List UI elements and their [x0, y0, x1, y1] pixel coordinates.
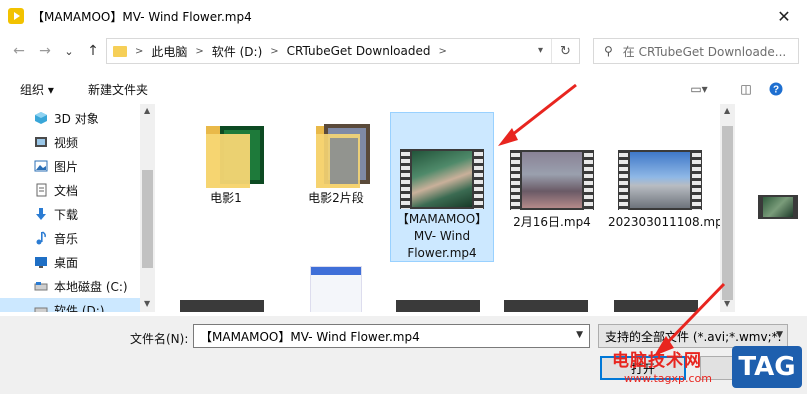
folder-icon	[206, 126, 264, 188]
file-item-partial[interactable]	[614, 300, 698, 312]
preview-thumbnail	[758, 195, 798, 219]
filename-label: 文件名(N):	[130, 332, 189, 346]
svg-text:?: ?	[773, 85, 779, 96]
sidebar-item-label: 3D 对象	[54, 111, 99, 126]
breadcrumb-folder[interactable]: CRTubeGet Downloaded	[287, 44, 431, 58]
sidebar-item-music[interactable]: 音乐	[0, 226, 140, 250]
app-icon	[8, 8, 24, 24]
command-bar: 组织 ▾ 新建文件夹 ▭▾ ◫ ?	[0, 76, 807, 102]
sidebar-item-label: 桌面	[54, 255, 79, 270]
video-thumbnail	[510, 150, 594, 210]
watermark-url: www.tagxp.com	[624, 372, 712, 385]
sidebar-item-pictures[interactable]: 图片	[0, 154, 140, 178]
drive-icon	[34, 307, 48, 312]
file-name: 202303011108.mp4	[608, 215, 720, 229]
sidebar-item-3d-objects[interactable]: 3D 对象	[0, 106, 140, 130]
video-thumbnail	[400, 149, 484, 209]
sidebar-item-label: 本地磁盘 (C:)	[54, 279, 128, 294]
file-item-video-feb16[interactable]: 2月16日.mp4	[500, 112, 604, 229]
search-icon: ⚲	[604, 44, 613, 58]
new-folder-button[interactable]: 新建文件夹	[88, 81, 148, 98]
drive-icon	[34, 282, 48, 291]
documents-icon	[36, 183, 47, 197]
file-name: 【MAMAMOO】MV- Wind Flower.mp4	[396, 212, 488, 260]
breadcrumb-drive-d[interactable]: 软件 (D:)	[212, 43, 262, 60]
chevron-down-icon[interactable]: ▼	[576, 330, 583, 340]
folder-icon	[113, 45, 127, 57]
sidebar-scrollbar-thumb[interactable]	[142, 170, 153, 268]
window-title: 【MAMAMOO】MV- Wind Flower.mp4	[32, 9, 252, 24]
filename-value[interactable]: 【MAMAMOO】MV- Wind Flower.mp4	[200, 328, 420, 345]
video-thumbnail	[618, 150, 702, 210]
refresh-icon[interactable]: ↻	[551, 39, 579, 63]
chevron-down-icon[interactable]: ▼	[776, 330, 783, 340]
chevron-right-icon[interactable]: >	[135, 46, 143, 57]
chevron-right-icon[interactable]: >	[438, 46, 446, 57]
up-arrow-icon[interactable]: ↑	[82, 40, 104, 62]
sidebar-item-label: 视频	[54, 135, 79, 150]
file-item-video-202303[interactable]: 202303011108.mp4	[608, 112, 720, 232]
file-name: 电影1	[210, 191, 242, 205]
chevron-right-icon[interactable]: >	[270, 46, 278, 57]
file-item-partial[interactable]	[396, 300, 480, 312]
sidebar-item-label: 下载	[54, 207, 79, 222]
file-item-folder-movie2[interactable]: 电影2片段	[284, 112, 388, 212]
back-arrow-icon[interactable]: ←	[8, 40, 30, 62]
chevron-down-icon[interactable]: ▾	[538, 45, 543, 56]
scroll-up-icon[interactable]: ▲	[144, 106, 150, 115]
watermark-logo-text: TAG	[738, 352, 796, 382]
sidebar-item-label: 文档	[54, 183, 79, 198]
3d-objects-icon	[35, 112, 47, 124]
sidebar-item-label: 图片	[54, 159, 79, 174]
pictures-icon	[34, 160, 48, 172]
breadcrumb-this-pc[interactable]: 此电脑	[151, 43, 187, 60]
address-bar[interactable]: > 此电脑 > 软件 (D:) > CRTubeGet Downloaded >…	[106, 38, 580, 64]
file-item-folder-movie1[interactable]: 电影1	[174, 112, 278, 212]
filename-field[interactable]: 【MAMAMOO】MV- Wind Flower.mp4 ▼	[193, 324, 590, 348]
file-list: 电影1 电影2片段 【MAMAMOO】MV- Wind Flower.mp4 2…	[160, 104, 720, 312]
sidebar-item-downloads[interactable]: 下载	[0, 202, 140, 226]
forward-arrow-icon[interactable]: →	[34, 40, 56, 62]
file-name: 电影2片段	[308, 191, 364, 205]
scroll-up-icon[interactable]: ▲	[724, 106, 730, 115]
content-scrollbar-thumb[interactable]	[722, 126, 733, 300]
sidebar-item-label: 音乐	[54, 231, 79, 246]
video-icon	[35, 137, 47, 147]
preview-pane-icon[interactable]: ◫	[736, 80, 756, 98]
title-bar: 【MAMAMOO】MV- Wind Flower.mp4 ✕	[0, 0, 807, 32]
downloads-icon	[36, 208, 46, 220]
help-icon[interactable]: ?	[766, 80, 786, 98]
navigation-pane: 3D 对象 视频 图片 文档 下载 音乐 桌面 本地磁盘 (C:) 软件 (D:…	[0, 104, 156, 312]
recent-locations-icon[interactable]: ⌄	[58, 40, 80, 62]
scroll-down-icon[interactable]: ▼	[724, 299, 730, 308]
music-icon	[36, 231, 46, 245]
sidebar-item-desktop[interactable]: 桌面	[0, 250, 140, 274]
navigation-bar: ← → ⌄ ↑ > 此电脑 > 软件 (D:) > CRTubeGet Down…	[0, 34, 807, 68]
folder-icon	[316, 124, 370, 188]
sidebar-item-videos[interactable]: 视频	[0, 130, 140, 154]
file-item-selected-video[interactable]: 【MAMAMOO】MV- Wind Flower.mp4	[390, 112, 494, 262]
file-name: 2月16日.mp4	[513, 215, 591, 229]
search-box[interactable]: ⚲ 在 CRTubeGet Downloade...	[593, 38, 799, 64]
file-item-partial[interactable]	[310, 266, 362, 312]
sidebar-item-documents[interactable]: 文档	[0, 178, 140, 202]
scroll-down-icon[interactable]: ▼	[144, 299, 150, 308]
file-item-partial[interactable]	[180, 300, 264, 312]
file-type-value[interactable]: 支持的全部文件 (*.avi;*.wmv;*.	[605, 328, 781, 345]
change-view-icon[interactable]: ▭▾	[684, 80, 714, 98]
close-button[interactable]: ✕	[761, 0, 807, 32]
watermark-text: 电脑技术网	[612, 351, 702, 371]
desktop-icon	[35, 257, 47, 268]
file-type-select[interactable]: 支持的全部文件 (*.avi;*.wmv;*. ▼	[598, 324, 788, 348]
sidebar-item-drive-d[interactable]: 软件 (D:)	[0, 298, 140, 312]
search-input[interactable]: 在 CRTubeGet Downloade...	[623, 43, 793, 60]
chevron-right-icon[interactable]: >	[195, 46, 203, 57]
sidebar-item-label: 软件 (D:)	[54, 303, 105, 313]
watermark-logo: TAG	[732, 346, 802, 388]
organize-button[interactable]: 组织 ▾	[20, 81, 54, 98]
file-item-partial[interactable]	[504, 300, 588, 312]
sidebar-item-drive-c[interactable]: 本地磁盘 (C:)	[0, 274, 140, 298]
